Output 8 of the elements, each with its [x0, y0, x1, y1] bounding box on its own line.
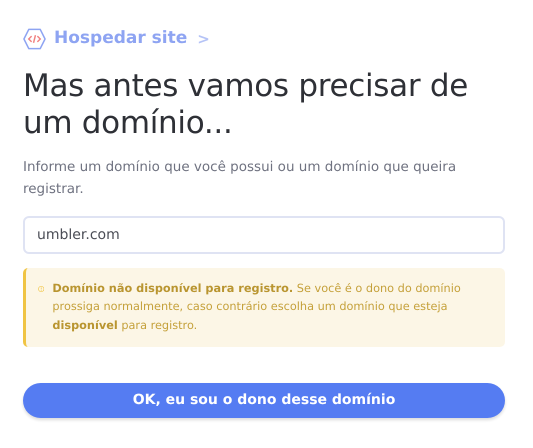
alert-message: Domínio não disponível para registro. Se você é o dono do domínio prossiga normalmente, caso contrário escolha um domínio que esteja disponível para registro. [52, 281, 462, 334]
confirm-button[interactable]: OK, eu sou o dono desse domínio [23, 382, 505, 418]
page-heading: Mas antes vamos precisar de um domínio... [23, 68, 470, 142]
breadcrumb-link[interactable]: Hospedar site [54, 26, 188, 52]
code-icon [23, 28, 46, 50]
domain-input-field[interactable]: umbler.com [23, 216, 505, 254]
chevron-icon: > [197, 28, 210, 50]
description-text: Informe um domínio que você possui ou um domínio que queira registrar. [23, 158, 458, 200]
